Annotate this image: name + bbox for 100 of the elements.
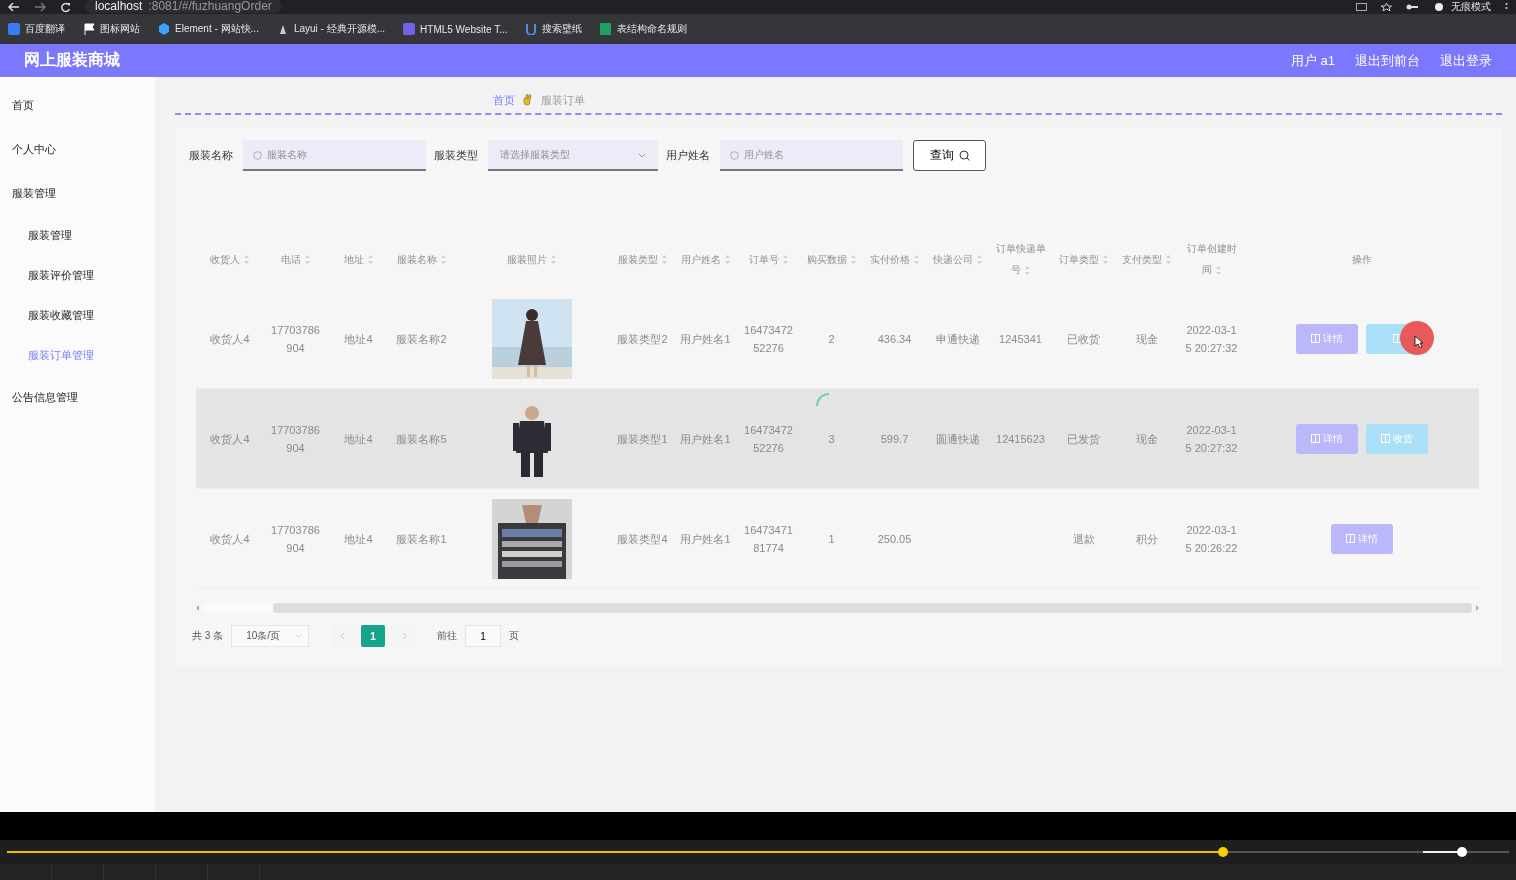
sort-icon[interactable]	[660, 254, 668, 266]
sort-icon[interactable]	[1101, 254, 1109, 266]
search-field[interactable]: 服装名称	[243, 139, 426, 171]
detail-button[interactable]: 详情	[1331, 523, 1393, 554]
star-icon[interactable]	[1381, 3, 1392, 11]
sort-icon[interactable]	[366, 254, 374, 266]
table-cell-text: 服装类型4	[616, 531, 669, 547]
detail-button[interactable]: 详情	[1296, 323, 1358, 354]
table-cell-text: 积分	[1134, 531, 1159, 547]
sort-icon[interactable]	[550, 254, 557, 266]
search-icon	[253, 150, 262, 160]
column-header[interactable]: 服装名称	[390, 248, 453, 270]
column-header[interactable]: 服装照片	[453, 248, 611, 270]
bookmark[interactable]: 图标网站	[83, 22, 140, 36]
search-button[interactable]: 查询	[913, 139, 986, 171]
table-cell-text: 250.05	[876, 531, 913, 547]
sort-icon[interactable]	[303, 254, 311, 266]
sidebar-item[interactable]: 服装订单管理	[0, 335, 155, 375]
scroll-right-icon[interactable]	[1475, 605, 1479, 611]
table-cell-text: 现金	[1134, 431, 1159, 447]
header-link[interactable]: 退出到前台	[1355, 51, 1420, 70]
page-input[interactable]: 1	[465, 625, 502, 647]
sidebar-item[interactable]: 服装评价管理	[0, 255, 155, 295]
table-cell-text: 地址4	[343, 431, 374, 447]
header-link[interactable]: 退出登录	[1440, 51, 1492, 70]
bookmark[interactable]: 搜索壁纸	[525, 22, 583, 36]
column-header[interactable]: 订单创建时间	[1178, 238, 1245, 280]
sidebar-item[interactable]: 个人中心	[0, 127, 155, 171]
caret-icon	[638, 152, 646, 158]
table-cell-text: 2022-03-15 20:27:32	[1184, 322, 1239, 356]
detail-button[interactable]: 详情	[1296, 423, 1358, 454]
sidebar-item[interactable]: 服装管理	[0, 171, 155, 215]
scroll-left-icon[interactable]	[196, 605, 200, 611]
table-cell-text: 现金	[1134, 331, 1159, 347]
scrollbar[interactable]	[203, 603, 1472, 613]
grid-icon	[1346, 534, 1355, 543]
menu-icon[interactable]	[1505, 3, 1508, 11]
grid-icon	[1311, 434, 1320, 443]
table-cell-text: 服装类型2	[616, 331, 669, 347]
goto-label: 前往	[437, 629, 458, 643]
sort-icon[interactable]	[849, 254, 857, 266]
bookmark[interactable]: Layui - 经典开源模...	[276, 22, 386, 36]
grid-icon	[1381, 434, 1390, 443]
column-header[interactable]: 服装类型	[611, 248, 674, 270]
bookmark[interactable]: 表结构命名规则	[600, 22, 688, 36]
table-cell-text: 12415623	[995, 431, 1046, 447]
table-cell-text: 17703786904	[270, 322, 321, 356]
sidebar-item[interactable]: 服装收藏管理	[0, 295, 155, 335]
column-header[interactable]: 订单快递单号	[989, 238, 1052, 280]
column-header[interactable]: 实付价格	[863, 248, 926, 270]
progress-thumb[interactable]	[1217, 847, 1228, 857]
column-header[interactable]: 订单类型	[1052, 248, 1115, 270]
column-header[interactable]: 用户姓名	[674, 248, 737, 270]
page-suffix: 页	[509, 629, 520, 643]
forward-icon[interactable]	[34, 2, 46, 12]
table-cell-text: 申通快递	[934, 331, 981, 347]
column-header[interactable]: 购买数据	[800, 248, 863, 270]
sort-icon[interactable]	[243, 254, 250, 266]
column-header[interactable]: 快递公司	[926, 248, 989, 270]
column-header[interactable]: 电话	[264, 248, 327, 270]
sidebar-item[interactable]: 服装管理	[0, 215, 155, 255]
sort-icon[interactable]	[781, 254, 789, 266]
reload-icon[interactable]	[60, 1, 71, 13]
sort-icon[interactable]	[1023, 264, 1031, 276]
back-icon[interactable]	[8, 2, 20, 12]
table-cell-text: 17703786904	[270, 422, 321, 456]
table-cell-text: 圆通快递	[934, 431, 981, 447]
column-header[interactable]: 收货人	[196, 248, 264, 270]
bookmark[interactable]: 百度翻译	[8, 22, 65, 36]
table-cell-text: 用户姓名1	[679, 331, 732, 347]
column-header[interactable]: 订单号	[737, 248, 800, 270]
key-icon[interactable]	[1406, 4, 1418, 10]
avatar-icon	[1432, 3, 1446, 11]
bookmark[interactable]: Element - 网站快...	[158, 22, 259, 36]
address-field[interactable]: localhost :8081/#/fuzhuangOrder	[85, 0, 282, 13]
volume-thumb[interactable]	[1456, 847, 1467, 857]
bookmark[interactable]: HTML5 Website T...	[403, 23, 508, 35]
page-size-select[interactable]: 10条/页	[231, 625, 310, 647]
page-button[interactable]: 1	[361, 625, 386, 647]
table-cell-text: 用户姓名1	[679, 431, 732, 447]
table-cell-text: 436.34	[876, 331, 913, 347]
table-cell-text: 服装名称5	[395, 431, 448, 447]
sort-icon[interactable]	[439, 254, 447, 266]
column-header[interactable]: 支付类型	[1115, 248, 1178, 270]
table-cell-text: 已发货	[1066, 431, 1101, 447]
table-cell-text: 3	[827, 431, 836, 447]
column-header[interactable]: 地址	[327, 248, 390, 270]
sort-icon[interactable]	[975, 254, 983, 266]
chevron-left-icon	[339, 632, 345, 640]
sort-icon[interactable]	[912, 254, 920, 266]
select-field[interactable]: 请选择服装类型	[488, 139, 658, 171]
sidebar-item[interactable]: 首页	[0, 83, 155, 127]
search-icon	[958, 149, 970, 161]
search-field[interactable]: 用户姓名	[720, 139, 903, 171]
sort-icon[interactable]	[723, 254, 731, 266]
sort-icon[interactable]	[1164, 254, 1172, 266]
sort-icon[interactable]	[1214, 264, 1222, 276]
breadcrumb-link[interactable]: 首页	[492, 92, 515, 108]
profile-label[interactable]: 无痕模式	[1451, 1, 1491, 13]
sidebar-item[interactable]: 公告信息管理	[0, 375, 155, 419]
